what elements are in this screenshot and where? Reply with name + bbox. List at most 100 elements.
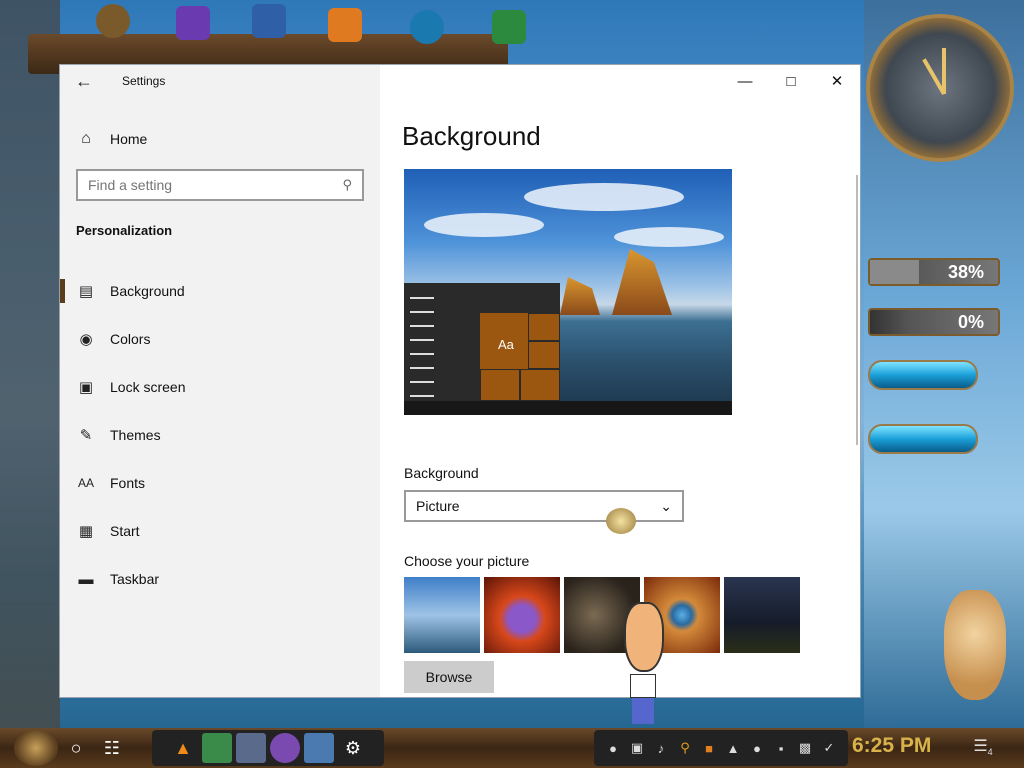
volume-muted-icon[interactable]: ♪	[650, 737, 672, 759]
app-title: Settings	[122, 74, 166, 88]
section-title: Personalization	[76, 223, 173, 238]
background-label: Background	[404, 465, 479, 481]
cat-app-icon[interactable]	[236, 733, 266, 763]
pinned-apps: ▲ ⚙	[152, 730, 384, 766]
preview-menu-line	[410, 395, 434, 397]
preview-cloud	[524, 183, 684, 211]
sidebar: ← Settings ⌂ Home ⚲ Personalization ▤ Ba…	[60, 65, 380, 697]
vlc-icon[interactable]: ▲	[168, 733, 198, 763]
sidebar-item-label: Lock screen	[110, 379, 186, 395]
desktop-app-icon[interactable]	[96, 4, 130, 38]
picture-icon: ▤	[78, 283, 94, 300]
tray-app-icon[interactable]: ✓	[818, 737, 840, 759]
start-button[interactable]	[14, 730, 58, 766]
search-icon[interactable]: ⚲	[342, 177, 352, 193]
preview-menu-line	[410, 353, 434, 355]
gauge-widget: 38%	[868, 258, 1000, 286]
browse-button[interactable]: Browse	[404, 661, 494, 693]
scrollbar[interactable]	[856, 175, 858, 445]
preview-menu-line	[410, 325, 434, 327]
tray-app-icon[interactable]: ▪	[770, 737, 792, 759]
cortana-button[interactable]: ○	[58, 730, 94, 766]
tray-app-icon[interactable]: ▲	[722, 737, 744, 759]
maximize-button[interactable]: □	[768, 65, 814, 97]
home-label: Home	[110, 131, 148, 147]
settings-window: ← Settings ⌂ Home ⚲ Personalization ▤ Ba…	[60, 65, 860, 697]
search-box: ⚲	[76, 169, 364, 201]
search-tray-icon[interactable]: ⚲	[674, 737, 696, 759]
gauge-widget: 0%	[868, 308, 1000, 336]
taskbar-icon: ▬	[78, 570, 94, 588]
maximize-icon: □	[786, 72, 796, 90]
window-app-icon[interactable]	[304, 733, 334, 763]
sidebar-item-label: Fonts	[110, 475, 146, 491]
virtualbox-icon[interactable]	[252, 4, 286, 38]
notification-count: 4	[987, 747, 993, 758]
preview-taskbar	[404, 401, 732, 415]
taskbar: ○ ☷ ▲ ⚙ ● ▣ ♪ ⚲ ■ ▲ ● ▪ ▩ ✓ 6:25 PM ☰4	[0, 728, 1024, 768]
task-view-button[interactable]: ☷	[94, 730, 130, 766]
gear-icon[interactable]: ⚙	[338, 733, 368, 763]
cartoon-legs	[632, 698, 654, 724]
preview-menu-line	[410, 381, 434, 383]
sidebar-item-label: Themes	[110, 427, 161, 443]
close-button[interactable]: ✕	[814, 65, 860, 97]
purple-character-icon[interactable]	[270, 733, 300, 763]
sidebar-item-lock-screen[interactable]: ▣ Lock screen	[60, 363, 380, 411]
back-button[interactable]: ←	[60, 65, 108, 97]
font-icon: AA	[77, 476, 94, 490]
gauge-value: 0%	[957, 312, 984, 332]
brush-icon: ✎	[79, 427, 93, 444]
desktop-app-icon[interactable]	[176, 6, 210, 40]
beach-rock-thumbnail[interactable]	[404, 577, 480, 653]
background-type-value: Picture	[416, 498, 460, 514]
background-type-select[interactable]: Picture ⌄	[404, 490, 684, 522]
desktop-app-icon[interactable]	[328, 8, 362, 42]
minimize-button[interactable]: —	[722, 65, 768, 97]
preview-tile-label: Aa	[498, 337, 514, 352]
notification-button[interactable]: ☰4	[968, 736, 998, 762]
sidebar-item-label: Background	[110, 283, 185, 299]
taskbar-clock[interactable]: 6:25 PM	[852, 734, 931, 758]
purple-monster-fire-thumbnail[interactable]	[484, 577, 560, 653]
tube-widget	[868, 424, 978, 454]
desktop-left-strip	[0, 0, 60, 728]
sidebar-item-start[interactable]: ▦ Start	[60, 507, 380, 555]
notification-icon: ☰	[973, 738, 988, 755]
home-nav-item[interactable]: ⌂ Home	[60, 123, 380, 155]
cartoon-body	[630, 674, 656, 698]
home-icon: ⌂	[81, 130, 91, 147]
tray-app-icon[interactable]: ●	[602, 737, 624, 759]
monitor-icon[interactable]	[492, 10, 526, 44]
tube-widget	[868, 360, 978, 390]
sidebar-item-colors[interactable]: ◉ Colors	[60, 315, 380, 363]
gauge-value: 38%	[947, 262, 984, 282]
sidebar-item-background[interactable]: ▤ Background	[60, 267, 380, 315]
preview-menu-line	[410, 297, 434, 299]
arrow-left-icon: ←	[75, 70, 93, 91]
sidebar-item-fonts[interactable]: AA Fonts	[60, 459, 380, 507]
tray-app-icon[interactable]: ■	[698, 737, 720, 759]
preview-cloud	[424, 213, 544, 237]
tray-app-icon[interactable]: ▩	[794, 737, 816, 759]
search-input[interactable]	[88, 177, 318, 193]
steampunk-clock-widget	[866, 14, 1014, 162]
preview-menu-line	[410, 311, 434, 313]
sidebar-item-themes[interactable]: ✎ Themes	[60, 411, 380, 459]
network-app-icon[interactable]	[202, 733, 232, 763]
preview-cloud	[614, 227, 724, 247]
desktop-app-icon[interactable]	[410, 10, 444, 44]
droplet-icon[interactable]: ●	[746, 737, 768, 759]
sidebar-nav: ▤ Background ◉ Colors ▣ Lock screen ✎ Th…	[60, 267, 380, 603]
sidebar-item-label: Colors	[110, 331, 151, 347]
preview-rock	[560, 277, 600, 315]
sidebar-item-taskbar[interactable]: ▬ Taskbar	[60, 555, 380, 603]
network-icon[interactable]: ▣	[626, 737, 648, 759]
background-preview: Aa	[404, 169, 732, 415]
lock-screen-icon: ▣	[78, 379, 94, 396]
title-bar: ← Settings	[60, 65, 380, 97]
night-sky-thumbnail[interactable]	[724, 577, 800, 653]
picture-thumbnails	[404, 577, 800, 653]
preview-rock	[612, 249, 672, 315]
cartoon-head	[624, 602, 664, 672]
